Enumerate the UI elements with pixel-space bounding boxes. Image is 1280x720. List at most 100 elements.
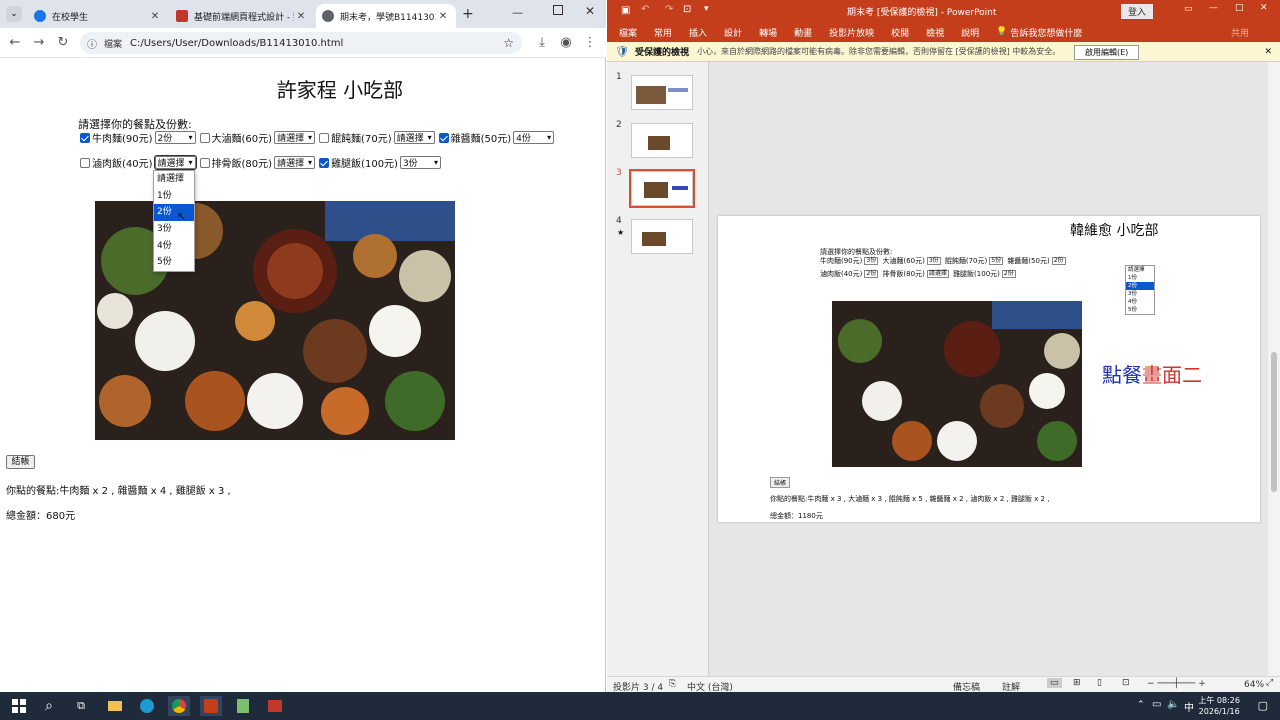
redo-icon[interactable]: ↷ xyxy=(665,4,673,15)
tell-me-box[interactable]: 告訴我您想做什麼 xyxy=(1010,26,1082,39)
edge-icon[interactable] xyxy=(136,696,158,716)
download-icon[interactable]: ⤓ xyxy=(533,34,551,52)
enable-editing-button[interactable]: 啟用編輯(E) xyxy=(1074,45,1140,60)
powerpoint-icon[interactable] xyxy=(200,696,222,716)
start-icon[interactable] xyxy=(8,696,30,716)
tab-students[interactable]: 在校學生 ✕ xyxy=(28,4,168,28)
close-bar-icon[interactable]: ✕ xyxy=(1264,47,1272,57)
fit-slide-icon[interactable]: ⤢ xyxy=(1266,678,1273,688)
volume-icon[interactable]: 🔈 xyxy=(1167,699,1179,710)
share-button[interactable]: 共用 xyxy=(1231,26,1249,39)
zoom-slider[interactable]: − ───┼─── + xyxy=(1147,679,1206,689)
checkbox-pork-chop-rice[interactable] xyxy=(199,157,210,168)
slideshow-icon[interactable]: ⊡ xyxy=(1122,678,1130,688)
slide-checkout-button: 結帳 xyxy=(770,477,791,488)
ribbon-tab[interactable]: 常用 xyxy=(654,26,672,39)
checkbox-chicken-leg-rice[interactable] xyxy=(319,157,330,168)
spelling-icon[interactable]: ⎘ xyxy=(669,679,676,689)
ribbon-tab[interactable]: 動畫 xyxy=(794,26,812,39)
minimize-button[interactable]: — xyxy=(512,6,523,19)
ribbon-tab[interactable]: 設計 xyxy=(724,26,742,39)
site-info-icon[interactable]: ⓘ xyxy=(80,36,104,51)
new-tab-button[interactable]: + xyxy=(462,6,474,22)
vertical-scrollbar[interactable] xyxy=(1268,62,1280,676)
dropdown-option[interactable]: 2份 xyxy=(154,204,194,222)
maximize-button[interactable] xyxy=(553,5,563,15)
tab-exam[interactable]: 期末考，學號B11413010 ✕ xyxy=(316,4,456,28)
ppt-status-bar: 投影片 3 / 4 ⎘ 中文 (台灣) 備忘稿 註解 ▭ ⊞ ▯ ⊡ − ───… xyxy=(607,676,1280,693)
menu-icon[interactable]: ⋮ xyxy=(581,34,599,52)
ime-icon[interactable]: 中 xyxy=(1184,699,1194,714)
taskbar-clock[interactable]: 上午 08:26 2026/1/16 xyxy=(1198,695,1240,717)
checkout-button[interactable]: 結帳 xyxy=(6,455,35,469)
save-icon[interactable]: ▣ xyxy=(621,5,630,16)
app-icon[interactable] xyxy=(264,696,286,716)
chrome-icon[interactable] xyxy=(168,696,190,716)
address-bar[interactable]: ⓘ 檔案 C:/Users/User/Downloads/B11413010.h… xyxy=(80,32,522,54)
qty-select-wonton-noodle[interactable]: 請選擇 xyxy=(393,131,435,144)
slide-sorter-icon[interactable]: ⊞ xyxy=(1073,678,1081,688)
scroll-thumb[interactable] xyxy=(1271,352,1277,492)
checkbox-beef-noodle[interactable] xyxy=(80,132,90,143)
ribbon-tab[interactable]: 說明 xyxy=(961,26,979,39)
slide-thumbnail-1[interactable] xyxy=(631,75,693,110)
dropdown-option[interactable]: 3份 xyxy=(154,221,194,238)
qty-select-pork-chop-rice[interactable]: 請選擇 xyxy=(274,156,316,169)
checkbox-braised-pork-rice[interactable] xyxy=(80,157,90,168)
ribbon-tab[interactable]: 轉場 xyxy=(759,26,777,39)
customize-toolbar-icon[interactable]: ▾ xyxy=(704,4,709,14)
checkbox-wonton-noodle[interactable] xyxy=(319,132,330,143)
ribbon-tab[interactable]: 檔案 xyxy=(619,26,637,39)
close-tab-icon[interactable]: ✕ xyxy=(294,11,308,22)
qty-select-beef-noodle[interactable]: 2份 xyxy=(154,131,196,144)
ribbon-tab[interactable]: 投影片放映 xyxy=(829,26,874,39)
qty-select-braised-noodle[interactable]: 請選擇 xyxy=(274,131,316,144)
bookmark-star-icon[interactable]: ☆ xyxy=(503,36,514,50)
sign-in-button[interactable]: 登入 xyxy=(1121,4,1154,19)
dropdown-option[interactable]: 4份 xyxy=(154,238,194,255)
checkbox-zhajiang-noodle[interactable] xyxy=(438,132,449,143)
zoom-level[interactable]: 64% xyxy=(1244,680,1264,690)
search-icon[interactable]: ⌕ xyxy=(38,696,60,716)
close-tab-icon[interactable]: ✕ xyxy=(148,11,162,22)
tab-search-button[interactable]: ⌄ xyxy=(6,6,22,22)
slide-thumbnail-3[interactable] xyxy=(629,169,695,208)
back-button[interactable]: ← xyxy=(6,34,24,52)
item-label: 雞腿飯(100元) xyxy=(953,270,1000,278)
dropdown-option[interactable]: 1份 xyxy=(154,188,194,205)
close-window-button[interactable]: ✕ xyxy=(1260,3,1268,13)
minimize-button[interactable]: — xyxy=(1209,3,1218,13)
qty-select-chicken-leg-rice[interactable]: 3份 xyxy=(399,156,441,169)
normal-view-icon[interactable]: ▭ xyxy=(1047,678,1062,688)
ribbon-options-icon[interactable]: ▭ xyxy=(1184,4,1193,14)
ribbon-tab[interactable]: 校閱 xyxy=(891,26,909,39)
present-icon[interactable]: ⊡ xyxy=(683,4,691,15)
tray-chevron-icon[interactable]: ⌃ xyxy=(1137,700,1145,710)
qty-select-zhajiang-noodle[interactable]: 4份 xyxy=(513,131,555,144)
qty-select-braised-pork-rice[interactable]: 請選擇 xyxy=(153,155,197,170)
profile-icon[interactable]: ◉ xyxy=(557,34,575,52)
animation-star-icon: ★ xyxy=(617,228,625,237)
slide-thumbnail-4[interactable] xyxy=(631,219,693,254)
reading-view-icon[interactable]: ▯ xyxy=(1097,678,1102,688)
maximize-button[interactable]: □ xyxy=(1235,3,1244,13)
file-explorer-icon[interactable] xyxy=(104,696,126,716)
dropdown-option[interactable]: 5份 xyxy=(154,254,194,271)
forward-button[interactable]: → xyxy=(30,34,48,52)
undo-icon[interactable]: ↶ xyxy=(641,4,649,15)
close-tab-icon[interactable]: ✕ xyxy=(436,11,450,22)
dropdown-option[interactable]: 請選擇 xyxy=(154,171,194,188)
ribbon-tab[interactable]: 檢視 xyxy=(926,26,944,39)
checkbox-braised-noodle[interactable] xyxy=(199,132,210,143)
notepad-icon[interactable] xyxy=(232,696,254,716)
reload-button[interactable]: ↻ xyxy=(54,34,72,52)
network-icon[interactable]: ▭ xyxy=(1152,699,1161,710)
slide-number: 1 xyxy=(616,72,622,82)
notification-icon[interactable]: ▢ xyxy=(1258,699,1268,712)
tab-course[interactable]: 基礎前端網頁程式設計 - 劉 ✕ xyxy=(170,4,314,28)
close-window-button[interactable]: ✕ xyxy=(585,4,595,18)
item-label: 雜醬麵(50元) xyxy=(1007,257,1050,265)
task-view-icon[interactable]: ⧉ xyxy=(70,696,92,716)
ribbon-tab[interactable]: 插入 xyxy=(689,26,707,39)
slide-thumbnail-2[interactable] xyxy=(631,123,693,158)
